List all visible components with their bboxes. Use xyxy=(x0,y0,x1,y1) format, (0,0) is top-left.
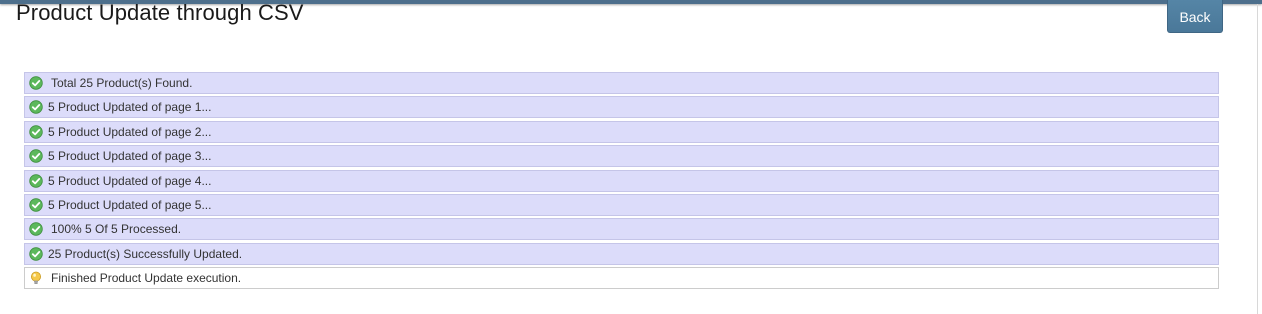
log-text: 5 Product Updated of page 5... xyxy=(48,197,212,212)
log-text: 5 Product Updated of page 4... xyxy=(48,173,212,188)
log-text: 100% 5 Of 5 Processed. xyxy=(51,222,182,237)
back-button[interactable]: Back xyxy=(1167,0,1223,33)
check-circle-icon xyxy=(29,125,43,139)
log-row: 5 Product Updated of page 5... xyxy=(24,193,1219,216)
log-text: Finished Product Update execution. xyxy=(51,271,242,286)
log-text: Total 25 Product(s) Found. xyxy=(51,76,193,90)
log-text: 5 Product Updated of page 3... xyxy=(48,149,212,164)
update-log-list: Total 25 Product(s) Found. 5 Product Upd… xyxy=(24,72,1219,292)
lightbulb-icon xyxy=(31,271,41,284)
log-text: 5 Product Updated of page 1... xyxy=(48,100,212,115)
check-circle-icon xyxy=(29,100,43,115)
log-row: 5 Product Updated of page 1... xyxy=(24,96,1219,119)
log-row: Finished Product Update execution. xyxy=(24,267,1219,290)
log-row: 5 Product Updated of page 4... xyxy=(24,169,1219,192)
scroll-edge xyxy=(1257,4,1258,314)
log-row: 100% 5 Of 5 Processed. xyxy=(24,218,1219,241)
log-row: Total 25 Product(s) Found. xyxy=(24,72,1219,94)
log-row: 25 Product(s) Successfully Updated. xyxy=(24,242,1219,265)
check-circle-icon xyxy=(29,247,43,261)
log-text: 5 Product Updated of page 2... xyxy=(48,124,212,139)
log-row: 5 Product Updated of page 2... xyxy=(24,120,1219,143)
page-title: Product Update through CSV xyxy=(16,0,304,25)
check-circle-icon xyxy=(29,198,43,212)
log-row: 5 Product Updated of page 3... xyxy=(24,145,1219,168)
check-circle-icon xyxy=(29,149,43,163)
check-circle-icon xyxy=(29,173,43,188)
check-circle-icon xyxy=(29,222,43,237)
log-text: 25 Product(s) Successfully Updated. xyxy=(48,246,243,261)
check-circle-icon xyxy=(29,76,43,90)
